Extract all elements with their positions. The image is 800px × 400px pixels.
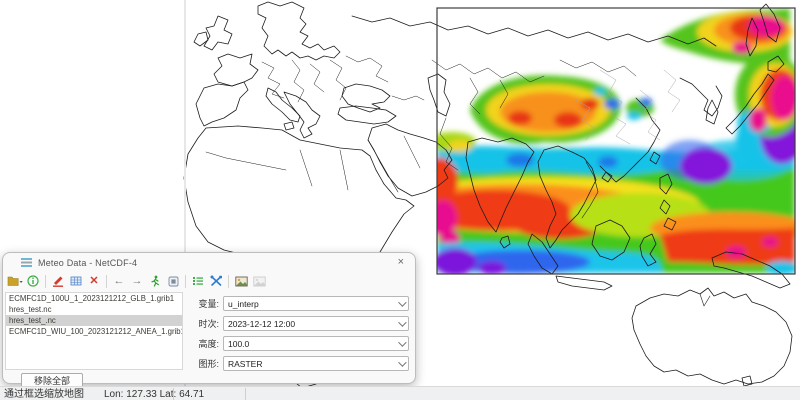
file-list-item-selected[interactable]: hres_test_.nc (6, 315, 182, 326)
tools-icon (210, 275, 223, 287)
run-icon (149, 275, 161, 287)
export-panel-icon (168, 276, 179, 287)
legend-list-icon (192, 275, 204, 287)
chevron-down-icon (398, 338, 406, 346)
height-select[interactable]: 100.0 (223, 336, 409, 351)
open-folder-icon (7, 275, 23, 287)
save-image-disabled-button (251, 273, 267, 289)
variable-label: 变量: (189, 297, 219, 310)
chevron-down-icon (398, 318, 406, 326)
status-bar: 通过框选缩放地图 Lon: 127.33 Lat: 64.71 (0, 386, 800, 400)
forward-arrow-icon: → (132, 276, 143, 287)
raster-overlay (380, 8, 800, 276)
variable-select[interactable]: u_interp (223, 296, 409, 311)
dialog-toolbar: ✕ ← → (3, 270, 415, 292)
dialog-icon (21, 257, 32, 268)
delete-icon: ✕ (89, 276, 98, 287)
save-image-disabled-icon (253, 276, 266, 287)
legend-list-button[interactable] (190, 273, 206, 289)
info-icon (27, 275, 39, 287)
info-button[interactable] (25, 273, 41, 289)
time-label: 时次: (189, 317, 219, 330)
run-button[interactable] (147, 273, 163, 289)
variable-value: u_interp (228, 299, 259, 309)
table-button[interactable] (68, 273, 84, 289)
height-label: 高度: (189, 337, 219, 350)
back-button[interactable]: ← (111, 273, 127, 289)
chevron-down-icon (398, 298, 406, 306)
time-select[interactable]: 2023-12-12 12:00 (223, 316, 409, 331)
tools-button[interactable] (208, 273, 224, 289)
file-list-item[interactable]: ECMFC1D_100U_1_2023121212_GLB_1.grib1 (6, 293, 182, 304)
status-divider (245, 388, 246, 400)
dialog-title: Meteo Data - NetCDF-4 (38, 258, 137, 268)
draw-pen-icon (52, 275, 64, 287)
file-list[interactable]: ECMFC1D_100U_1_2023121212_GLB_1.grib1 hr… (5, 292, 183, 370)
graphic-value: RASTER (228, 359, 262, 369)
open-folder-button[interactable] (7, 273, 23, 289)
chevron-down-icon (398, 358, 406, 366)
close-button[interactable]: × (395, 257, 407, 268)
status-hint: 通过框选缩放地图 (4, 387, 84, 400)
save-image-button[interactable] (233, 273, 249, 289)
time-value: 2023-12-12 12:00 (228, 319, 295, 329)
parameter-form: 变量: u_interp 时次: 2023-12-12 12:00 高度: 10… (183, 292, 415, 370)
draw-button[interactable] (50, 273, 66, 289)
status-coordinates: Lon: 127.33 Lat: 64.71 (104, 387, 204, 400)
delete-button[interactable]: ✕ (86, 273, 102, 289)
file-list-item[interactable]: ECMFC1D_WIU_100_2023121212_ANEA_1.grib1 (6, 326, 182, 337)
dialog-titlebar[interactable]: Meteo Data - NetCDF-4 × (3, 253, 415, 270)
back-arrow-icon: ← (114, 276, 125, 287)
forward-button[interactable]: → (129, 273, 145, 289)
table-icon (70, 275, 82, 287)
file-list-item[interactable]: hres_test.nc (6, 304, 182, 315)
height-value: 100.0 (228, 339, 249, 349)
status-divider (173, 388, 174, 400)
meteo-data-dialog: Meteo Data - NetCDF-4 × (2, 252, 416, 384)
graphic-label: 图形: (189, 357, 219, 370)
graphic-select[interactable]: RASTER (223, 356, 409, 371)
export-panel-button[interactable] (165, 273, 181, 289)
save-image-icon (235, 276, 248, 287)
